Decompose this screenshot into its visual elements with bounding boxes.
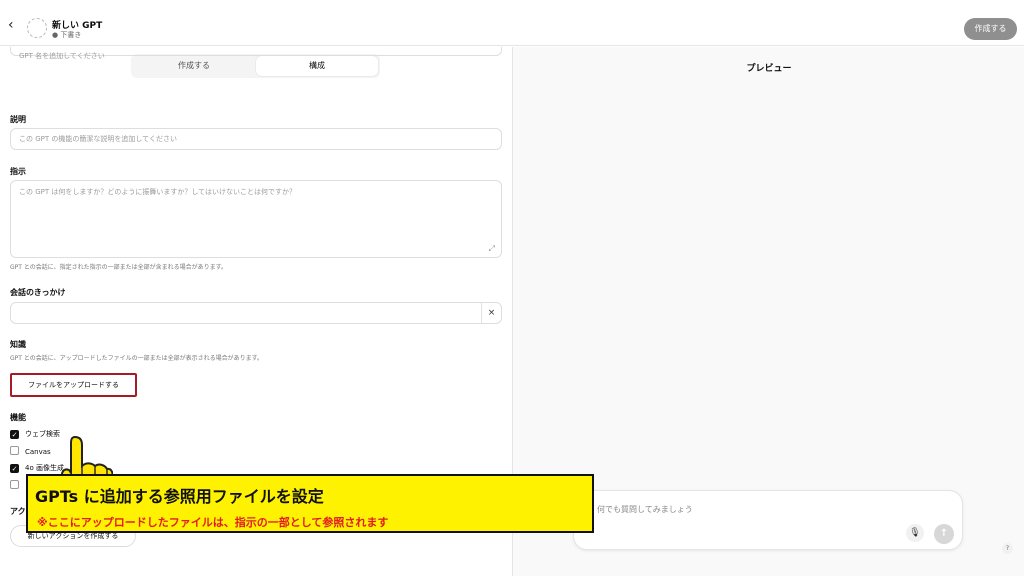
instructions-help: GPT との会話に、指定された指示の一部または全部が含まれる場合があります。 <box>10 264 228 271</box>
knowledge-label: 知識 <box>10 340 26 349</box>
preview-title: プレビュー <box>746 64 792 74</box>
close-icon[interactable]: × <box>481 303 501 323</box>
capability-hidden[interactable] <box>10 480 25 490</box>
mode-tabs: 作成する 構成 <box>131 54 380 78</box>
name-field[interactable]: GPT 名を追加してください <box>10 47 502 60</box>
back-arrow-icon[interactable]: ‹ <box>8 18 20 32</box>
tab-create[interactable]: 作成する <box>133 56 255 76</box>
checkbox-icon[interactable]: ✓ <box>10 430 19 439</box>
top-bar: ‹ 新しい GPT ● 下書き 作成する <box>0 0 1024 46</box>
capability-label: Canvas <box>25 448 51 456</box>
chat-input[interactable]: 何でも質問してみましょう <box>597 504 693 515</box>
expand-icon[interactable]: ⤢ <box>489 244 495 254</box>
send-icon[interactable]: ↑ <box>934 524 954 544</box>
description-field[interactable]: この GPT の機能の簡潔な説明を追加してください <box>10 128 502 150</box>
capabilities-label: 機能 <box>10 413 26 422</box>
starters-label: 会話のきっかけ <box>10 288 66 297</box>
checkbox-icon[interactable]: ✓ <box>10 464 19 473</box>
tab-configure[interactable]: 構成 <box>256 56 378 76</box>
capability-canvas[interactable]: Canvas <box>10 446 51 456</box>
instructions-field[interactable]: この GPT は何をしますか？どのように振舞いますか？してはいけないことは何です… <box>10 180 502 258</box>
knowledge-help: GPT との会話に、アップロードしたファイルの一部または全部が表示される場合があ… <box>10 355 264 362</box>
create-button[interactable]: 作成する <box>964 18 1017 40</box>
description-label: 説明 <box>10 115 26 124</box>
capability-label: 4o 画像生成 <box>25 464 64 472</box>
help-icon[interactable]: ? <box>1002 543 1013 554</box>
preview-composer[interactable]: 何でも質問してみましょう 🎙 ↑ <box>573 490 963 550</box>
checkbox-icon[interactable] <box>10 446 19 455</box>
instructions-label: 指示 <box>10 167 26 176</box>
gpt-avatar[interactable] <box>27 18 47 38</box>
capability-label: ウェブ検索 <box>25 430 60 438</box>
upload-files-button[interactable]: ファイルをアップロードする <box>10 373 137 397</box>
callout-title: GPTs に追加する参照用ファイルを設定 <box>35 487 324 506</box>
capability-web-search[interactable]: ✓ ウェブ検索 <box>10 429 60 439</box>
microphone-icon[interactable]: 🎙 <box>906 524 924 542</box>
capability-image-generation[interactable]: ✓ 4o 画像生成 <box>10 463 64 473</box>
conversation-starter-input[interactable]: × <box>10 302 502 324</box>
annotation-callout: GPTs に追加する参照用ファイルを設定 ※ここにアップロードしたファイルは、指… <box>26 474 594 533</box>
checkbox-icon[interactable] <box>10 480 19 489</box>
draft-status: ● 下書き <box>52 31 82 39</box>
callout-note: ※ここにアップロードしたファイルは、指示の一部として参照されます <box>37 516 389 529</box>
instructions-placeholder: この GPT は何をしますか？どのように振舞いますか？してはいけないことは何です… <box>19 188 297 196</box>
